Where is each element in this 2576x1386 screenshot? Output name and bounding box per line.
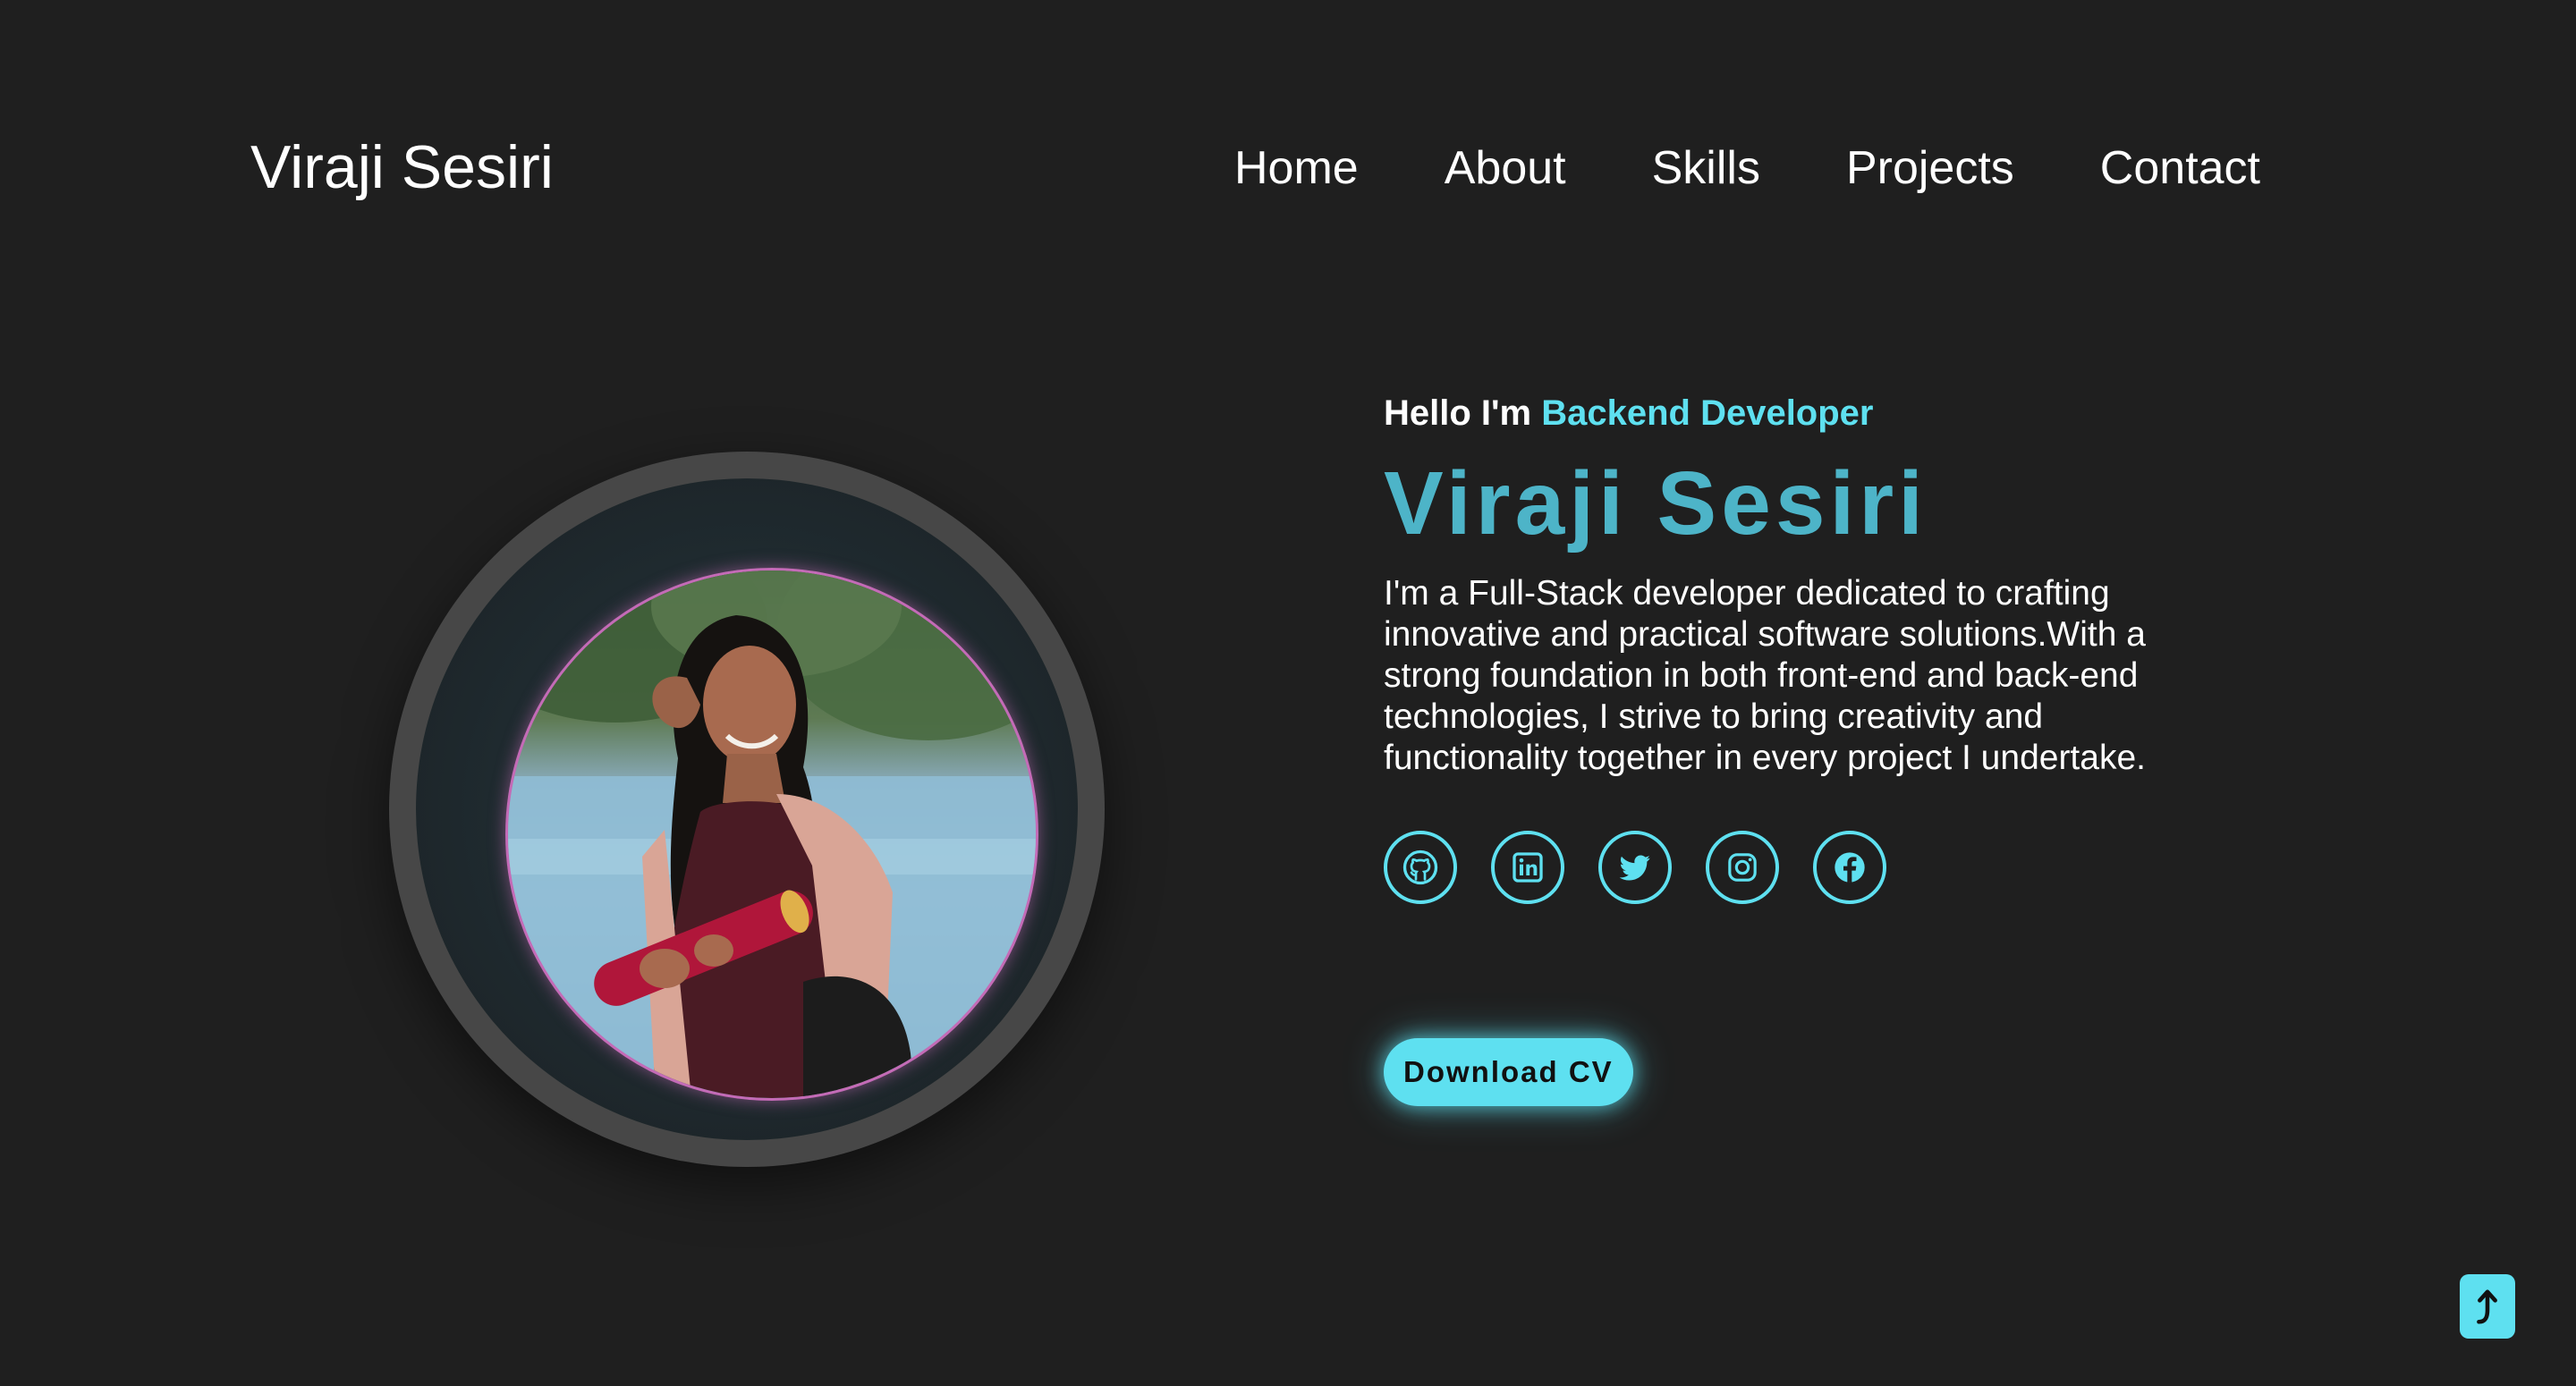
- profile-image-frame: [389, 452, 1105, 1167]
- facebook-link[interactable]: [1813, 831, 1886, 904]
- facebook-icon: [1835, 852, 1865, 883]
- github-link[interactable]: [1384, 831, 1457, 904]
- bio-text: I'm a Full-Stack developer dedicated to …: [1384, 574, 2146, 777]
- linkedin-icon: [1513, 852, 1543, 883]
- brand-logo[interactable]: Viraji Sesiri: [250, 132, 554, 202]
- instagram-link[interactable]: [1706, 831, 1779, 904]
- social-links: [1384, 831, 2278, 904]
- greeting-prefix: Hello I'm: [1384, 393, 1542, 433]
- hero-name: Viraji Sesiri: [1384, 453, 1928, 554]
- linkedin-link[interactable]: [1491, 831, 1564, 904]
- twitter-icon: [1619, 855, 1650, 881]
- nav-about[interactable]: About: [1445, 141, 1566, 195]
- scroll-to-top-button[interactable]: [2460, 1274, 2515, 1339]
- nav-projects[interactable]: Projects: [1846, 141, 2014, 195]
- github-icon: [1402, 849, 1438, 885]
- download-cv-button[interactable]: Download CV: [1384, 1038, 1633, 1106]
- greeting-role: Backend Developer: [1541, 393, 1874, 433]
- nav-home[interactable]: Home: [1234, 141, 1359, 195]
- nav-skills[interactable]: Skills: [1652, 141, 1760, 195]
- profile-photo-illustration: [508, 570, 1036, 1098]
- arrow-up-icon: [2477, 1289, 2497, 1324]
- main-nav: Home About Skills Projects Contact: [1234, 141, 2260, 195]
- greeting: Hello I'm Backend Developer: [1384, 393, 2278, 434]
- intro-section: Hello I'm Backend Developer Viraji Sesir…: [1384, 393, 2278, 1106]
- instagram-icon: [1728, 853, 1757, 882]
- profile-image-inner-ring: [416, 478, 1078, 1140]
- nav-contact[interactable]: Contact: [2100, 141, 2260, 195]
- twitter-link[interactable]: [1598, 831, 1672, 904]
- page: Viraji Sesiri Home About Skills Projects…: [0, 0, 2576, 1386]
- profile-photo: [505, 568, 1038, 1101]
